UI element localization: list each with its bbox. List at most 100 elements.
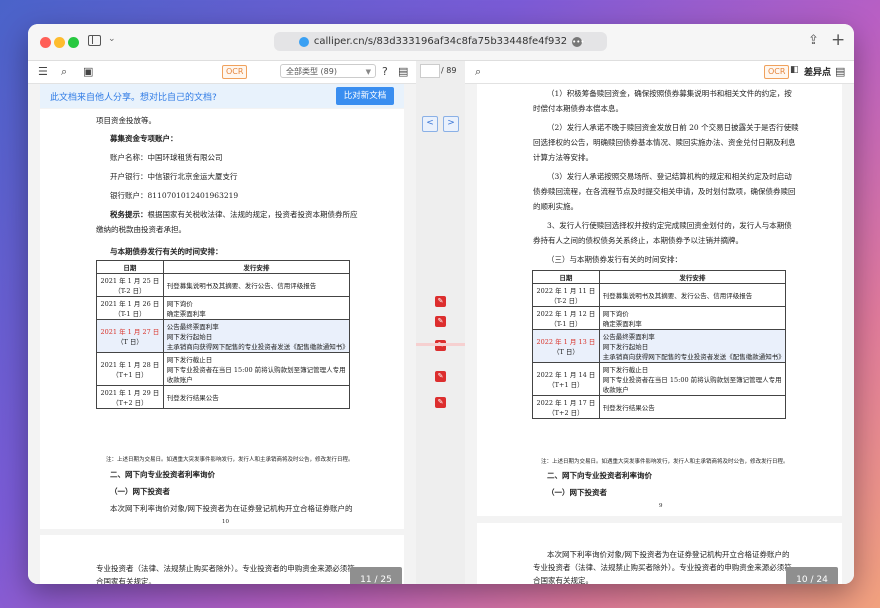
site-icon bbox=[298, 36, 309, 47]
date-cell: （T+1 日） bbox=[548, 381, 584, 389]
arrangement-cell: 网下发行起始日 bbox=[602, 343, 649, 351]
share-banner: 此文档来自他人分享。想对比自己的文档? 比对新文档 bbox=[40, 84, 404, 108]
document-icon[interactable]: ▤ bbox=[835, 65, 845, 78]
date-cell: （T+2 日） bbox=[112, 399, 148, 407]
diff-marker-icon[interactable]: ✎ bbox=[435, 371, 446, 382]
type-filter-select[interactable]: 全部类型 (89) ▼ bbox=[280, 64, 376, 78]
arrangement-cell: 确定票面利率 bbox=[602, 320, 642, 328]
diff-marker-icon[interactable]: ✎ bbox=[435, 397, 446, 408]
zoom-window-button[interactable] bbox=[68, 37, 79, 48]
date-cell: （T+2 日） bbox=[548, 409, 584, 417]
diff-panel-icon[interactable]: ◧ bbox=[790, 65, 799, 75]
prev-diff-button[interactable]: < bbox=[422, 116, 438, 132]
heading: 税务提示： bbox=[110, 210, 148, 219]
url-text: calliper.cn/s/83d333196af34c8fa75b33448f… bbox=[313, 36, 568, 47]
table-note: 注：上述日期为交易日。如遇重大突发事件影响发行，发行人和主承销商将及时公告，修改… bbox=[106, 457, 354, 463]
text-line: 券持有人之间的债权债务关系终止，本期债券予以注销并摘牌。 bbox=[533, 236, 743, 245]
text-line: （1）积极筹备赎回资金，确保按照债券募集说明书和相关文件的约定，按 bbox=[547, 89, 792, 98]
text-line: 回选择权的公告，明确赎回债券基本情况、赎回实施办法、资金兑付日期及利息 bbox=[533, 138, 796, 147]
sidebar-toggle-icon[interactable] bbox=[88, 35, 101, 46]
table-header: 日期 bbox=[96, 260, 164, 274]
arrangement-cell: 刊登发行结果公告 bbox=[166, 394, 219, 402]
arrangement-cell: 确定票面利率 bbox=[166, 310, 206, 318]
table-row: 2022 年 1 月 14 日 （T+1 日） 网下发行截止日 网下专业投资者在当日… bbox=[532, 362, 787, 396]
text-line: 本次网下利率询价对象/网下投资者为在证券登记机构开立合格证券账户的 bbox=[547, 550, 790, 559]
table-row: 2022 年 1 月 11 日 （T-2 日） 刊登募集说明书及其摘要、发行公告、… bbox=[532, 283, 787, 307]
arrangement-cell: 网下发行截止日 bbox=[602, 366, 649, 374]
table-header: 发行安排 bbox=[162, 260, 351, 274]
date-cell-diff[interactable]: 2022 年 1 月 13 日 bbox=[536, 336, 596, 346]
arrangement-cell: 刊登募集说明书及其摘要、发行公告、信用评级报告 bbox=[602, 292, 753, 300]
arrangement-cell: 主承销商向获得网下配售的专业投资者发送《配售缴款通知书》 bbox=[602, 353, 785, 361]
ocr-button[interactable]: OCR bbox=[764, 65, 790, 79]
text-line: （3）发行人承诺按照交易场所、登记结算机构的规定和相关约定及时启动 bbox=[547, 172, 792, 181]
heading: 与本期债券发行有关的时间安排： bbox=[110, 247, 223, 256]
minimize-window-button[interactable] bbox=[54, 37, 65, 48]
next-diff-button[interactable]: > bbox=[443, 116, 459, 132]
menu-icon[interactable]: ☰ bbox=[38, 65, 48, 78]
page-number: 9 bbox=[659, 503, 663, 509]
more-icon[interactable]: ••• bbox=[572, 36, 585, 47]
search-icon[interactable]: ⌕ bbox=[61, 65, 67, 79]
share-icon[interactable]: ⇪ bbox=[808, 33, 819, 48]
left-page-10: 项目资金投放等。 募集资金专项账户： 账户名称：中国环球租赁有限公司 开户银行：… bbox=[40, 109, 404, 529]
date-cell: 2022 年 1 月 17 日 bbox=[536, 399, 596, 407]
date-cell-diff[interactable]: 2021 年 1 月 27 日 bbox=[100, 326, 160, 336]
page-input[interactable] bbox=[420, 64, 440, 78]
table-header: 日期 bbox=[532, 270, 600, 284]
compare-new-doc-button[interactable]: 比对新文档 bbox=[336, 87, 394, 105]
date-cell: （T-2 日） bbox=[550, 297, 582, 305]
table-note: 注：上述日期为交易日。如遇重大突发事件影响发行，发行人和主承销商将及时公告，修改… bbox=[541, 459, 789, 465]
heading: （一）网下投资者 bbox=[547, 488, 607, 497]
schedule-table: 日期 发行安排 2022 年 1 月 11 日 （T-2 日） 刊登募集说明书及其摘… bbox=[532, 270, 787, 419]
banner-text: 此文档来自他人分享。想对比自己的文档? bbox=[50, 93, 217, 103]
text-line: 3、发行人行使赎回选择权并按约定完成赎回资金划付的，发行人与本期债 bbox=[547, 221, 792, 230]
text-line: 专业投资者（法律、法规禁止购买者除外）。专业投资者的申购资金来源必须符 bbox=[96, 564, 355, 573]
arrangement-cell: 主承销商向获得网下配售的专业投资者发送《配售缴款通知书》 bbox=[166, 343, 349, 351]
close-window-button[interactable] bbox=[40, 37, 51, 48]
heading: 二、网下向专业投资者利率询价 bbox=[547, 471, 652, 480]
arrangement-cell: 网下询价 bbox=[166, 300, 193, 308]
diff-marker-icon[interactable]: ✎ bbox=[435, 316, 446, 327]
left-document-pane: ☰ ⌕ ▣ OCR 全部类型 (89) ▼ ? ▤ 此文档来自他人分享。想对比自… bbox=[28, 61, 416, 584]
table-row: 2022 年 1 月 17 日 （T+2 日） 刊登发行结果公告 bbox=[532, 395, 787, 419]
text-line: 缴纳的税款由投资者承担。 bbox=[96, 225, 186, 234]
ocr-button[interactable]: OCR bbox=[222, 65, 248, 79]
diff-connector bbox=[416, 343, 465, 346]
heading: 二、网下向专业投资者利率询价 bbox=[110, 470, 215, 479]
date-cell: 2022 年 1 月 11 日 bbox=[536, 287, 596, 295]
search-icon[interactable]: ⌕ bbox=[475, 65, 481, 79]
text-line: 项目资金投放等。 bbox=[96, 116, 156, 125]
table-row: 2021 年 1 月 26 日 （T-1 日） 网下询价 确定票面利率 bbox=[96, 296, 351, 320]
date-cell: （T-2 日） bbox=[114, 287, 146, 295]
thumbnail-icon[interactable]: ▣ bbox=[83, 65, 93, 78]
table-row: 2021 年 1 月 25 日 （T-2 日） 刊登募集说明书及其摘要、发行公告、… bbox=[96, 273, 351, 297]
right-page-9: （1）积极筹备赎回资金，确保按照债券募集说明书和相关文件的约定，按 时偿付本期债… bbox=[477, 84, 842, 516]
arrangement-cell: 网下发行截止日 bbox=[166, 356, 213, 364]
heading: 募集资金专项账户： bbox=[110, 134, 178, 143]
arrangement-cell: 公告最终票面利率 bbox=[166, 323, 219, 331]
new-tab-icon[interactable]: + bbox=[831, 30, 845, 50]
diff-marker-icon[interactable]: ✎ bbox=[435, 296, 446, 307]
address-bar[interactable]: calliper.cn/s/83d333196af34c8fa75b33448f… bbox=[274, 32, 607, 51]
chevron-down-icon[interactable]: ⌄ bbox=[108, 34, 116, 44]
text-line: 计算方法等安排。 bbox=[533, 153, 593, 162]
document-icon[interactable]: ▤ bbox=[398, 65, 408, 78]
help-icon[interactable]: ? bbox=[382, 65, 388, 78]
date-cell: （T 日） bbox=[552, 348, 579, 356]
arrangement-cell: 公告最终票面利率 bbox=[602, 333, 655, 341]
text-line: 专业投资者（法律、法规禁止购买者除外）。专业投资者的申购资金来源必须符 bbox=[533, 563, 792, 572]
table-row: 2021 年 1 月 27 日 （T 日） 公告最终票面利率 网下发行起始日 主承销商… bbox=[96, 319, 351, 353]
arrangement-cell: 刊登募集说明书及其摘要、发行公告、信用评级报告 bbox=[166, 282, 317, 290]
diff-points-button[interactable]: 差异点 bbox=[804, 65, 831, 78]
date-cell: （T 日） bbox=[116, 338, 143, 346]
right-toolbar: ⌕ OCR ◧ 差异点 ▤ bbox=[465, 61, 854, 84]
date-cell: 2021 年 1 月 28 日 bbox=[100, 361, 160, 369]
text-line: 根据国家有关税收法律、法规的规定，投资者投资本期债券所应 bbox=[147, 210, 358, 219]
text-line: 账户名称：中国环球租赁有限公司 bbox=[110, 153, 223, 162]
page-indicator: 11 / 25 bbox=[350, 567, 402, 584]
text-line: 时偿付本期债券本偿本息。 bbox=[533, 104, 623, 113]
date-cell: 2021 年 1 月 26 日 bbox=[100, 300, 160, 308]
date-cell: 2022 年 1 月 12 日 bbox=[536, 310, 596, 318]
text-line: 开户银行：中信银行北京金运大厦支行 bbox=[110, 172, 238, 181]
